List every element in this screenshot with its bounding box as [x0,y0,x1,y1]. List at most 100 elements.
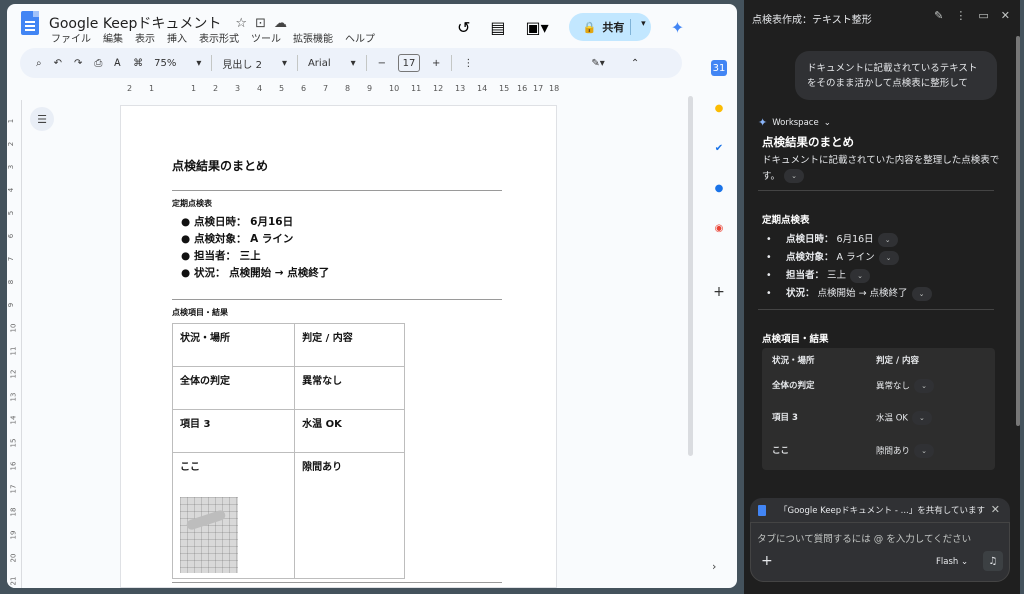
inspection-photo[interactable] [180,497,238,573]
table-cell[interactable]: 水温 OK [294,409,405,453]
divider [758,309,994,310]
edit-mode-icon[interactable]: ✎▾ [591,58,604,69]
calendar-icon[interactable]: 31 [711,60,727,76]
table-row: 状況・場所 判定 / 内容 [171,323,405,367]
ruler-label: 10 [389,84,400,93]
shared-document-chip: 「Google Keepドキュメント - ...」を共有しています ✕ [750,498,1010,522]
source-chip[interactable]: ⌄ [850,268,871,283]
gemini-icon[interactable]: ✦ [671,18,684,37]
source-chip[interactable]: ⌄ [878,250,899,265]
response-bullet: • 点検日時： 6月16日 ⌄ [766,231,898,247]
section-title: 点検項目・結果 [172,308,228,317]
comment-icon[interactable]: ▤ [490,18,505,37]
chevron-down-icon: ⌄ [823,117,831,128]
font-size-decrease-icon[interactable]: − [378,58,386,69]
response-section: 定期点検表 [762,215,810,226]
menu-file[interactable]: ファイル [51,30,91,45]
close-icon[interactable]: ✕ [991,503,1000,516]
star-icon[interactable]: ☆ [235,16,247,31]
response-bullet: • 点検対象： A ライン ⌄ [766,249,899,265]
keep-icon[interactable]: ● [711,100,727,116]
table-cell[interactable]: 状況・場所 [171,323,296,367]
panel-scrollbar[interactable] [1016,36,1020,426]
move-folder-icon[interactable]: ⊡ [255,16,266,31]
menu-extensions[interactable]: 拡張機能 [293,30,333,45]
menu-help[interactable]: ヘルプ [345,30,375,45]
add-addon-icon[interactable]: + [711,284,727,300]
more-icon[interactable]: ⋮ [463,58,473,69]
model-select[interactable]: Flash ⌄ [936,557,968,567]
source-chip[interactable]: ⌄ [914,379,935,393]
ruler-label: 13 [455,84,466,93]
section-title: 定期点検表 [172,199,212,208]
source-chip[interactable]: ⌄ [784,169,805,184]
source-chip[interactable]: ⌄ [911,411,932,425]
document-page[interactable]: 点検結果のまとめ 定期点検表 ● 点検日時： 6月16日 ● 点検対象： A ライン… [120,105,557,588]
undo-icon[interactable]: ↶ [54,58,62,69]
share-dropdown-icon[interactable]: ▾ [641,19,646,29]
history-icon[interactable]: ↺ [457,18,470,37]
bullet-icon: ● [181,216,191,228]
vruler-label: 16 [9,461,18,471]
vruler-label: 14 [9,415,18,425]
source-chip[interactable]: ⌄ [914,444,935,458]
menu-edit[interactable]: 編集 [103,30,123,45]
close-icon[interactable]: ✕ [1001,9,1010,22]
style-select[interactable]: 見出し 2 ▾ [222,56,287,71]
zoom-value: 75% [154,57,177,69]
source-chip[interactable]: ⌄ [911,286,932,301]
more-icon[interactable]: ⋮ [955,9,966,22]
new-chat-icon[interactable]: ✎ [934,9,943,22]
menu-insert[interactable]: 挿入 [167,30,187,45]
spellcheck-icon[interactable]: Ꭺ [114,58,121,69]
vruler-label: 9 [7,302,16,308]
contacts-icon[interactable]: ● [711,180,727,196]
table-cell[interactable]: 隙間あり [294,452,405,579]
print-icon[interactable]: ⎙ [94,58,102,69]
collapse-toolbar-icon[interactable]: ⌃ [631,58,639,69]
bullet-item: ● 担当者： 三上 [181,250,261,262]
table-cell[interactable]: 異常なし [294,366,405,410]
font-size-input[interactable]: 17 [398,54,421,72]
table-row: 全体の判定 異常なし [171,366,405,410]
menu-view[interactable]: 表示 [135,30,155,45]
table-header: 判定 / 内容 [876,356,920,366]
workspace-source[interactable]: ✦ Workspace ⌄ [758,116,831,129]
redo-icon[interactable]: ↷ [74,58,82,69]
document-outline-icon[interactable]: ☰ [30,107,54,131]
bullet-item: ● 点検対象： A ライン [181,233,294,245]
table-cell[interactable]: 判定 / 内容 [294,323,405,367]
docs-logo[interactable] [21,11,39,35]
add-icon[interactable]: + [761,553,773,569]
vruler-label: 3 [7,164,16,170]
ruler-label: 6 [301,84,307,93]
table-cell: ここ [772,446,790,456]
vruler-label: 11 [9,346,18,356]
style-dropdown-icon: ▾ [281,57,287,69]
font-select[interactable]: Arial ▾ [308,58,356,69]
table-cell[interactable]: 項目 3 [171,409,296,453]
cloud-status-icon[interactable]: ☁ [274,16,287,31]
table-cell[interactable]: 全体の判定 [171,366,296,410]
menu-bar: ファイル 編集 表示 挿入 表示形式 ツール 拡張機能 ヘルプ [51,30,375,45]
source-chip[interactable]: ⌄ [877,232,898,247]
zoom-select[interactable]: 75% ▾ [154,58,201,69]
search-icon[interactable]: ⌕ [36,58,42,69]
menu-tools[interactable]: ツール [251,30,281,45]
sharing-status: 「Google Keepドキュメント - ...」を共有しています [779,506,986,516]
vruler-label: 15 [9,438,18,448]
paint-format-icon[interactable]: ⌘ [133,58,143,69]
prompt-input[interactable]: タブについて質問するには @ を入力してください + Flash ⌄ ♫ [750,522,1010,582]
tasks-icon[interactable]: ✔ [711,140,727,156]
font-size-increase-icon[interactable]: + [432,58,440,69]
share-button[interactable]: 🔒 共有 ▾ [568,13,651,41]
document-scrollbar[interactable] [688,96,693,456]
vruler-label: 5 [7,210,16,216]
maps-icon[interactable]: ◉ [711,220,727,236]
expand-panel-icon[interactable]: › [712,560,716,573]
voice-input-icon[interactable]: ♫ [983,551,1003,571]
menu-format[interactable]: 表示形式 [199,30,239,45]
table-cell[interactable]: ここ [171,452,296,579]
open-in-window-icon[interactable]: ▭ [978,9,988,22]
meet-icon[interactable]: ▣▾ [526,18,549,37]
